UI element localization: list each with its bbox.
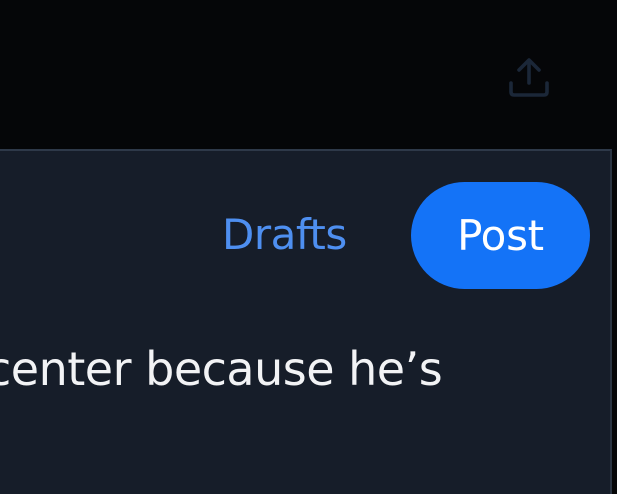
post-composer: Drafts Post center because he’s: [0, 149, 612, 494]
share-upload-icon: [507, 55, 551, 103]
drafts-button[interactable]: Drafts: [222, 207, 347, 263]
share-button[interactable]: [500, 50, 558, 108]
post-button[interactable]: Post: [411, 182, 590, 289]
top-bar: [0, 0, 617, 149]
post-text-input[interactable]: center because he’s: [0, 339, 443, 399]
